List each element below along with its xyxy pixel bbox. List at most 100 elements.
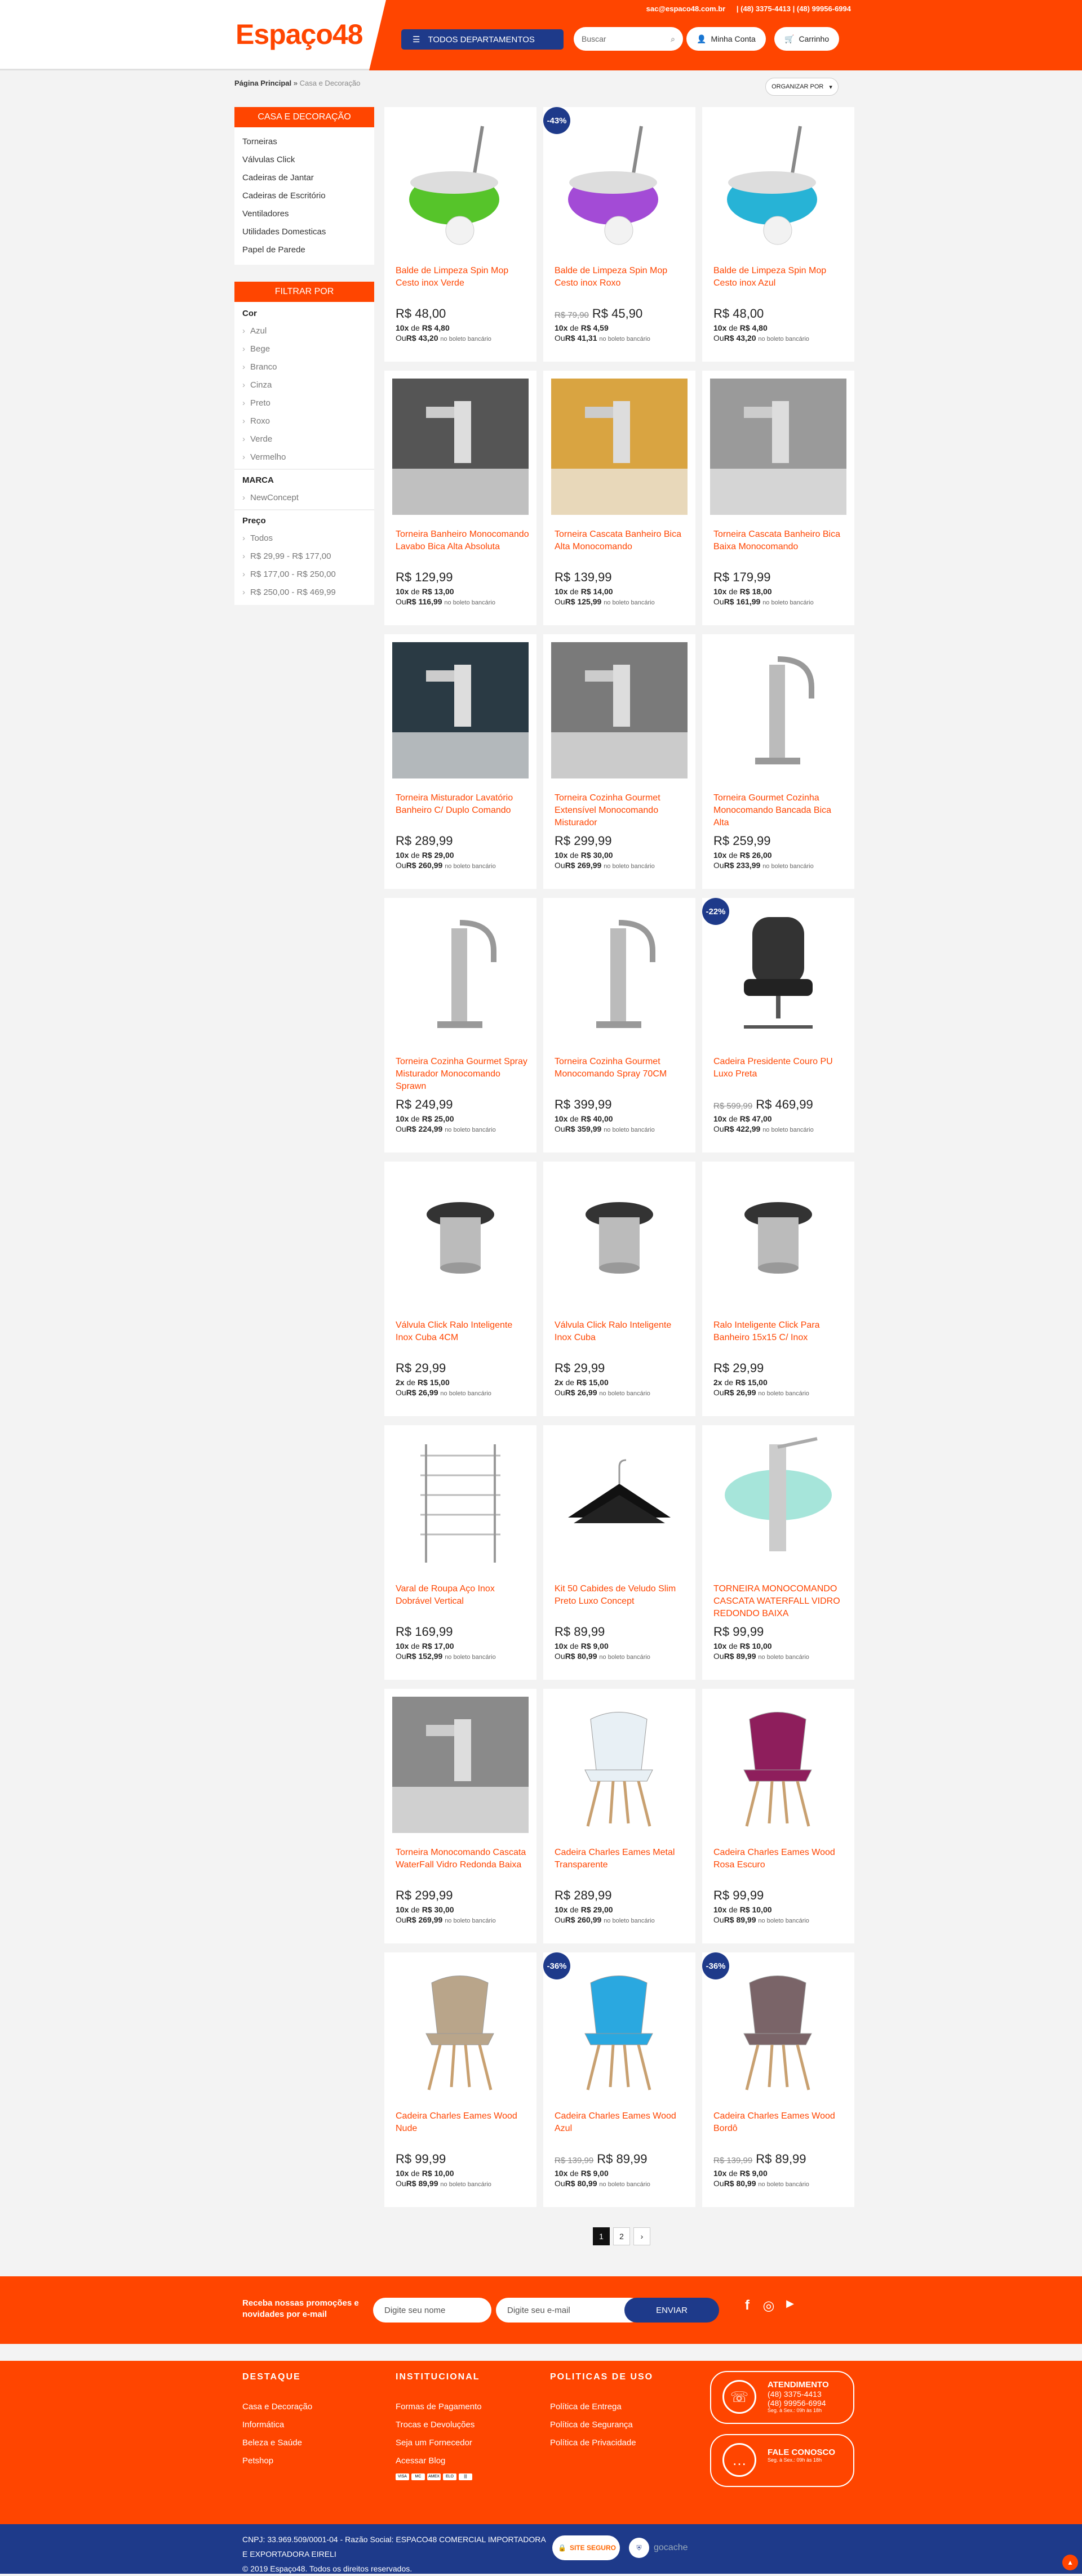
product-name[interactable]: Torneira Banheiro Monocomando Lavabo Bic… — [396, 528, 531, 553]
product-card[interactable]: Ralo Inteligente Click Para Banheiro 15x… — [702, 1162, 854, 1416]
product-name[interactable]: Balde de Limpeza Spin Mop Cesto inox Ver… — [396, 265, 531, 290]
product-name[interactable]: Kit 50 Cabides de Veludo Slim Preto Luxo… — [555, 1583, 690, 1608]
filter-color-item[interactable]: Branco — [242, 358, 366, 376]
product-card[interactable]: -22% Cadeira Presidente Couro PU Luxo Pre… — [702, 898, 854, 1153]
product-card[interactable]: Torneira Cascata Banheiro Bica Baixa Mon… — [702, 371, 854, 625]
product-card[interactable]: Torneira Banheiro Monocomando Lavabo Bic… — [384, 371, 536, 625]
category-item[interactable]: Cadeiras de Escritório — [242, 187, 366, 205]
product-name[interactable]: Cadeira Charles Eames Metal Transparente — [555, 1847, 690, 1871]
product-card[interactable]: Torneira Gourmet Cozinha Monocomando Ban… — [702, 634, 854, 889]
filter-price-item[interactable]: R$ 29,99 - R$ 177,00 — [242, 548, 366, 566]
product-name[interactable]: Cadeira Charles Eames Wood Bordô — [713, 2110, 849, 2135]
contact-box[interactable]: … FALE CONOSCO Seg. à Sex.: 09h às 18h — [710, 2434, 854, 2487]
product-name[interactable]: TORNEIRA MONOCOMANDO CASCATA WATERFALL V… — [713, 1583, 849, 1620]
product-card[interactable]: Torneira Cozinha Gourmet Extensível Mono… — [543, 634, 695, 889]
filter-color-item[interactable]: Preto — [242, 394, 366, 412]
faucet-kitchen-icon[interactable] — [551, 642, 688, 778]
chair-clear-icon[interactable] — [551, 1697, 688, 1833]
product-name[interactable]: Torneira Cozinha Gourmet Monocomando Spr… — [555, 1056, 690, 1080]
chair-pink-icon[interactable] — [710, 1697, 846, 1833]
filter-color-item[interactable]: Bege — [242, 340, 366, 358]
instagram-icon[interactable]: ◎ — [761, 2298, 777, 2313]
faucet-curve-icon[interactable] — [392, 1697, 529, 1833]
gocache-seal[interactable]: ⛨ gocache — [626, 2535, 704, 2560]
faucet-mixer-icon[interactable] — [392, 642, 529, 778]
footer-link[interactable]: Política de Entrega — [550, 2398, 653, 2416]
mop-green-icon[interactable] — [392, 115, 529, 251]
product-card[interactable]: Balde de Limpeza Spin Mop Cesto inox Azu… — [702, 107, 854, 362]
product-name[interactable]: Torneira Cascata Banheiro Bica Alta Mono… — [555, 528, 690, 553]
product-name[interactable]: Torneira Gourmet Cozinha Monocomando Ban… — [713, 792, 849, 829]
footer-link[interactable]: Informática — [242, 2416, 312, 2434]
account-button[interactable]: 👤 Minha Conta — [686, 27, 766, 51]
clothes-rack-icon[interactable] — [392, 1433, 529, 1569]
product-name[interactable]: Torneira Monocomando Cascata WaterFall V… — [396, 1847, 531, 1871]
page-button[interactable]: 2 — [613, 2227, 630, 2245]
chair-nude-icon[interactable] — [392, 1960, 529, 2097]
chair-bordo-icon[interactable] — [710, 1960, 846, 2097]
category-item[interactable]: Ventiladores — [242, 205, 366, 223]
breadcrumb-home[interactable]: Página Principal — [234, 79, 291, 87]
newsletter-submit-button[interactable]: ENVIAR — [624, 2298, 719, 2323]
facebook-icon[interactable]: f — [739, 2298, 755, 2313]
category-item[interactable]: Válvulas Click — [242, 151, 366, 169]
filter-color-item[interactable]: Azul — [242, 322, 366, 340]
footer-link[interactable]: Política de Segurança — [550, 2416, 653, 2434]
mop-blue-icon[interactable] — [710, 115, 846, 251]
filter-price-item[interactable]: Todos — [242, 530, 366, 548]
faucet-low-icon[interactable] — [710, 379, 846, 515]
product-card[interactable]: Válvula Click Ralo Inteligente Inox Cuba… — [384, 1162, 536, 1416]
filter-price-item[interactable]: R$ 250,00 - R$ 469,99 — [242, 584, 366, 602]
filter-color-item[interactable]: Cinza — [242, 376, 366, 394]
contact-email[interactable]: sac@espaco48.com.br — [646, 5, 726, 13]
product-name[interactable]: Cadeira Presidente Couro PU Luxo Preta — [713, 1056, 849, 1080]
filter-price-item[interactable]: R$ 177,00 - R$ 250,00 — [242, 566, 366, 584]
product-name[interactable]: Torneira Cozinha Gourmet Extensível Mono… — [555, 792, 690, 829]
site-logo[interactable]: Espaço48 — [236, 18, 363, 51]
product-name[interactable]: Torneira Cascata Banheiro Bica Baixa Mon… — [713, 528, 849, 553]
hangers-icon[interactable] — [551, 1433, 688, 1569]
category-item[interactable]: Utilidades Domesticas — [242, 223, 366, 241]
faucet-spring-icon[interactable] — [551, 906, 688, 1042]
faucet-photo-icon[interactable] — [392, 379, 529, 515]
product-card[interactable]: Kit 50 Cabides de Veludo Slim Preto Luxo… — [543, 1425, 695, 1680]
filter-color-item[interactable]: Vermelho — [242, 448, 366, 466]
faucet-gourmet-icon[interactable] — [710, 642, 846, 778]
product-card[interactable]: Cadeira Charles Eames Wood Nude R$ 99,99 1… — [384, 1952, 536, 2207]
product-card[interactable]: Varal de Roupa Aço Inox Dobrável Vertica… — [384, 1425, 536, 1680]
filter-color-item[interactable]: Roxo — [242, 412, 366, 430]
product-name[interactable]: Torneira Misturador Lavatório Banheiro C… — [396, 792, 531, 817]
search-input[interactable]: Buscar ⌕ — [574, 27, 683, 51]
cart-button[interactable]: 🛒 Carrinho — [774, 27, 840, 51]
drain-icon[interactable] — [710, 1169, 846, 1306]
site-seguro-seal[interactable]: 🔒 SITE SEGURO — [552, 2535, 620, 2560]
product-card[interactable]: -36% Cadeira Charles Eames Wood Bordô R$ 1… — [702, 1952, 854, 2207]
office-chair-icon[interactable] — [710, 906, 846, 1042]
newsletter-email-input[interactable]: Digite seu e-mail — [496, 2298, 642, 2323]
category-item[interactable]: Torneiras — [242, 133, 366, 151]
youtube-icon[interactable]: ▶ — [782, 2298, 798, 2313]
footer-link[interactable]: Casa e Decoração — [242, 2398, 312, 2416]
search-icon[interactable]: ⌕ — [671, 34, 675, 44]
footer-link[interactable]: Petshop — [242, 2452, 312, 2470]
product-card[interactable]: Torneira Cozinha Gourmet Monocomando Spr… — [543, 898, 695, 1153]
product-card[interactable]: Válvula Click Ralo Inteligente Inox Cuba… — [543, 1162, 695, 1416]
product-card[interactable]: Torneira Cascata Banheiro Bica Alta Mono… — [543, 371, 695, 625]
product-card[interactable]: Cadeira Charles Eames Wood Rosa Escuro R$… — [702, 1689, 854, 1943]
footer-link[interactable]: Política de Privacidade — [550, 2434, 653, 2452]
category-item[interactable]: Cadeiras de Jantar — [242, 169, 366, 187]
product-card[interactable]: -36% Cadeira Charles Eames Wood Azul R$ 13… — [543, 1952, 695, 2207]
faucet-spray-icon[interactable] — [392, 906, 529, 1042]
product-card[interactable]: Torneira Misturador Lavatório Banheiro C… — [384, 634, 536, 889]
product-name[interactable]: Ralo Inteligente Click Para Banheiro 15x… — [713, 1319, 849, 1344]
product-card[interactable]: -43% Balde de Limpeza Spin Mop Cesto inox… — [543, 107, 695, 362]
product-name[interactable]: Cadeira Charles Eames Wood Nude — [396, 2110, 531, 2135]
product-name[interactable]: Balde de Limpeza Spin Mop Cesto inox Rox… — [555, 265, 690, 290]
product-name[interactable]: Válvula Click Ralo Inteligente Inox Cuba… — [396, 1319, 531, 1344]
valve-icon[interactable] — [392, 1169, 529, 1306]
filter-color-item[interactable]: Verde — [242, 430, 366, 448]
product-card[interactable]: Torneira Monocomando Cascata WaterFall V… — [384, 1689, 536, 1943]
faucet-waterfall-icon[interactable] — [551, 379, 688, 515]
footer-link[interactable]: Seja um Fornecedor — [396, 2434, 482, 2452]
footer-link[interactable]: Acessar Blog — [396, 2452, 482, 2470]
